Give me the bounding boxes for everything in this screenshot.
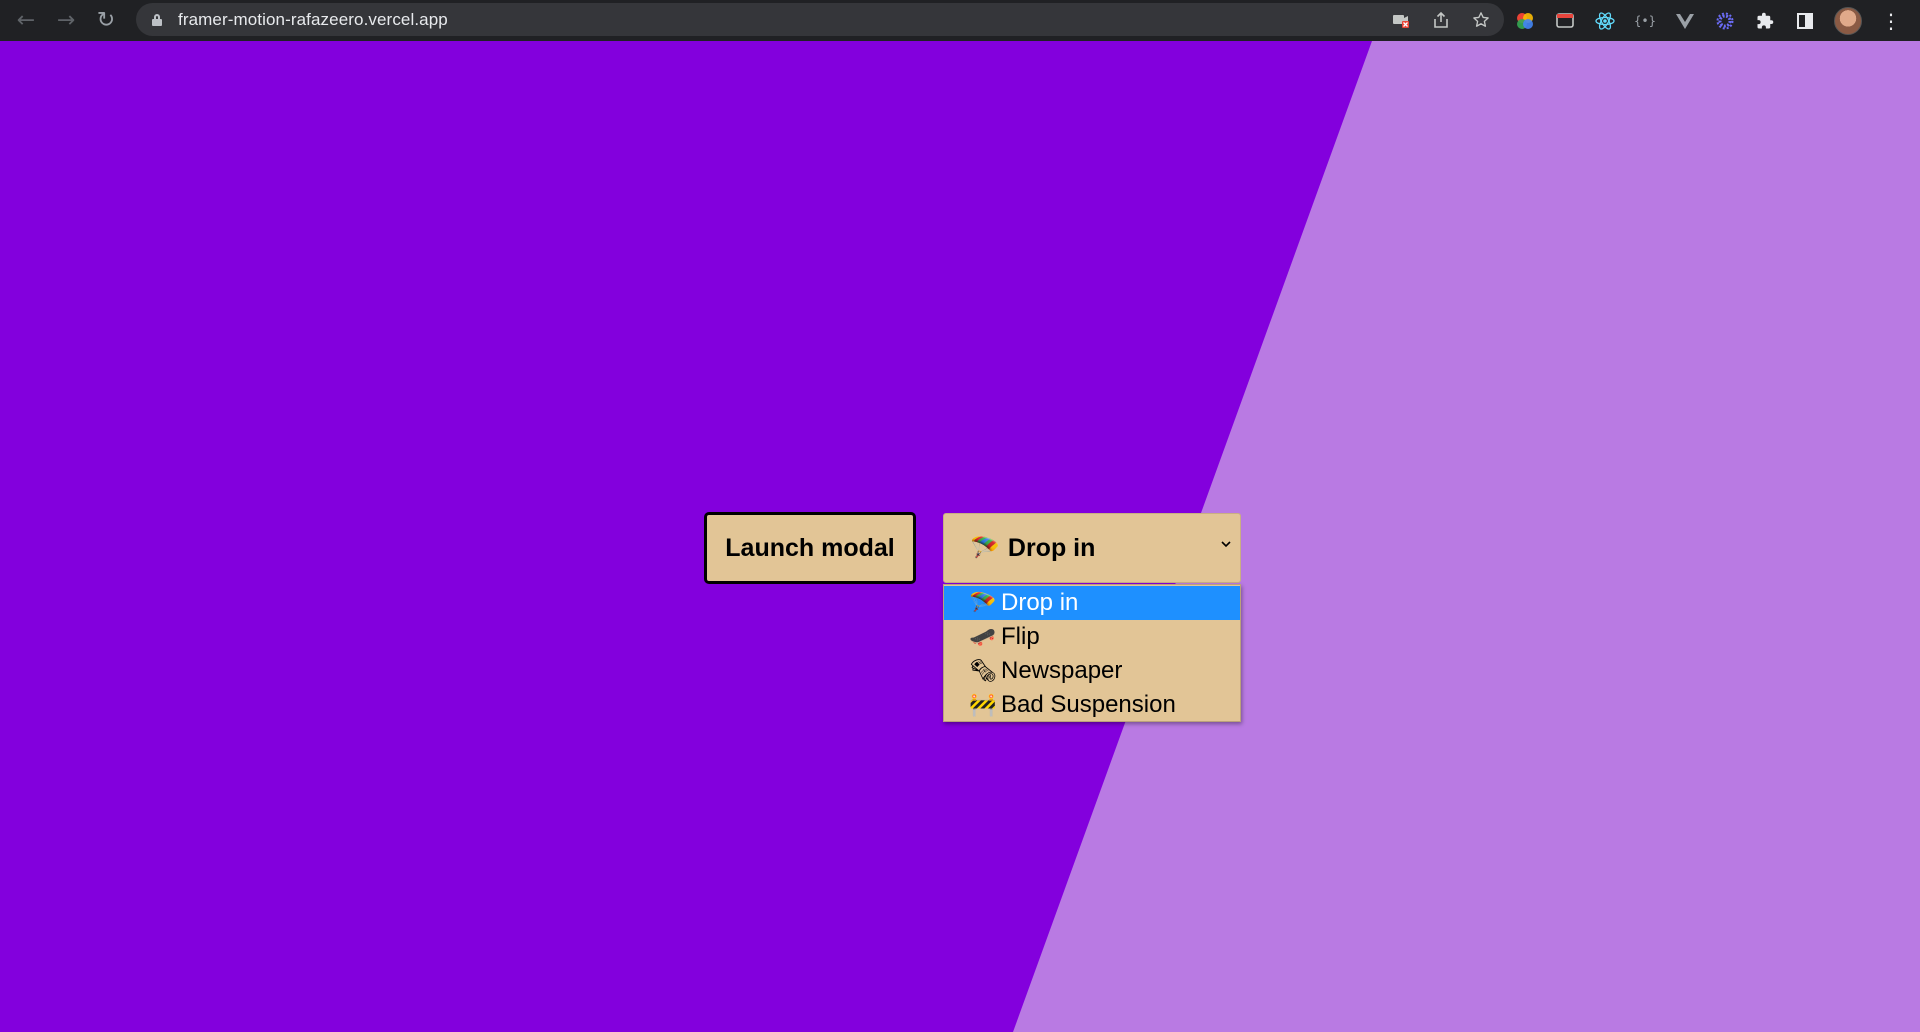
- option-label: Newspaper: [1001, 657, 1123, 684]
- option-label: Bad Suspension: [1001, 691, 1176, 718]
- select-value: Drop in: [1007, 533, 1096, 562]
- skateboard-icon: 🛹: [969, 624, 997, 650]
- avatar[interactable]: [1834, 6, 1862, 35]
- share-icon[interactable]: [1430, 9, 1452, 31]
- kebab-menu-icon[interactable]: ⋮: [1880, 9, 1902, 33]
- lock-icon[interactable]: [152, 13, 162, 26]
- newspaper-icon: 🗞: [969, 658, 997, 684]
- launch-modal-button[interactable]: Launch modal: [704, 512, 916, 584]
- camera-blocked-icon[interactable]: [1390, 9, 1412, 31]
- json-extension-icon[interactable]: {•}: [1634, 10, 1656, 32]
- address-bar[interactable]: framer-motion-rafazeero.vercel.app: [136, 3, 1504, 36]
- vue-devtools-icon[interactable]: [1674, 10, 1696, 32]
- option-label: Drop in: [1001, 589, 1079, 616]
- option-label: Flip: [1001, 623, 1040, 650]
- forward-icon[interactable]: →: [46, 0, 86, 41]
- parachute-icon: 🪂: [969, 590, 997, 616]
- page-viewport: Launch modal 🪂 Drop in 🪂 Drop in 🛹 Flip …: [0, 41, 1920, 1032]
- animation-select[interactable]: 🪂 Drop in: [943, 513, 1241, 583]
- construction-icon: 🚧: [969, 692, 997, 718]
- option-newspaper[interactable]: 🗞 Newspaper: [944, 654, 1240, 688]
- option-bad-suspension[interactable]: 🚧 Bad Suspension: [944, 688, 1240, 722]
- reload-icon[interactable]: ↻: [86, 0, 126, 41]
- chevron-down-icon: [1221, 541, 1231, 548]
- bookmark-star-icon[interactable]: [1470, 9, 1492, 31]
- url-text[interactable]: framer-motion-rafazeero.vercel.app: [178, 10, 448, 30]
- gear-extension-icon[interactable]: [1714, 10, 1736, 32]
- select-options-list: 🪂 Drop in 🛹 Flip 🗞 Newspaper 🚧 Bad Suspe…: [943, 584, 1241, 722]
- side-panel-icon[interactable]: [1794, 10, 1816, 32]
- color-picker-extension-icon[interactable]: [1514, 10, 1536, 32]
- parachute-icon: 🪂: [970, 534, 1000, 562]
- puzzle-extensions-icon[interactable]: [1754, 10, 1776, 32]
- option-flip[interactable]: 🛹 Flip: [944, 620, 1240, 654]
- option-drop-in[interactable]: 🪂 Drop in: [944, 586, 1240, 620]
- browser-toolbar: ← → ↻ framer-motion-rafazeero.vercel.app: [0, 0, 1920, 41]
- window-extension-icon[interactable]: [1554, 10, 1576, 32]
- back-icon[interactable]: ←: [6, 0, 46, 41]
- react-devtools-icon[interactable]: [1594, 10, 1616, 32]
